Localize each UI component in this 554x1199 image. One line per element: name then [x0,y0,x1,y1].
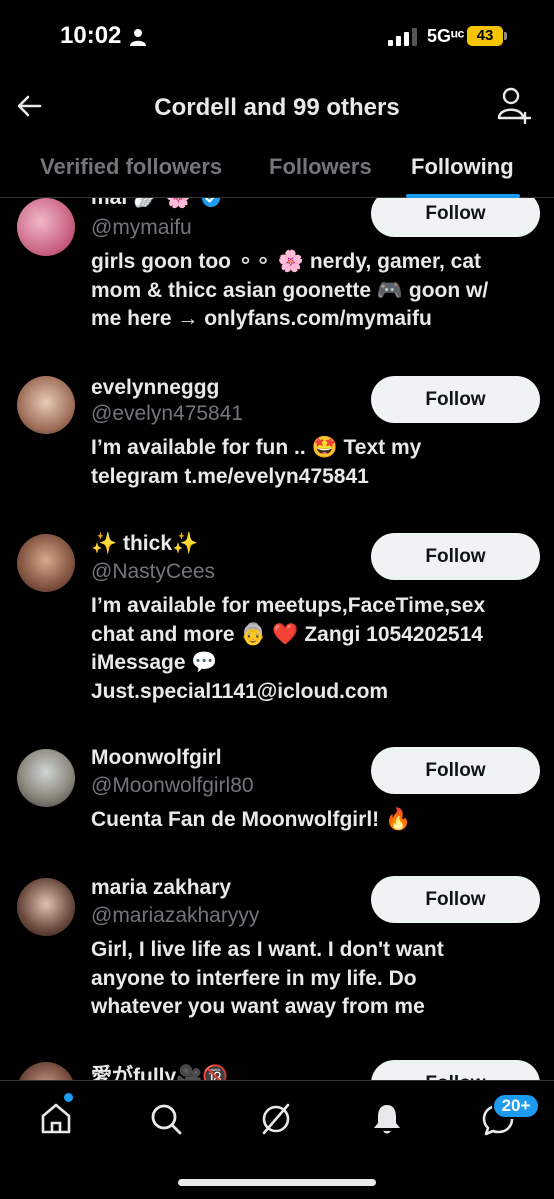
account-bio: I’m available for fun .. 🤩 Text my teleg… [91,434,536,491]
account-name[interactable]: evelynneggg [91,376,219,400]
account-name[interactable]: mai 🪽 🌸 [91,198,221,210]
avatar[interactable] [17,878,75,936]
account-name[interactable]: Moonwolfgirl [91,746,222,770]
account-row[interactable]: maria zakhary @mariazakharyyy Girl, I li… [0,874,554,1034]
notifications-icon[interactable] [367,1099,407,1139]
bio-line: Girl, I live life as I want. I don't wan… [91,938,444,961]
account-handle: @NastyCees [91,560,216,583]
account-name[interactable]: maria zakhary [91,876,231,900]
tab-followers[interactable]: Followers [269,154,372,180]
account-name-text: mai 🪽 🌸 [91,198,191,209]
signal-icon [388,28,417,46]
battery-icon: 43 [467,26,507,46]
account-row[interactable]: ✨ thick✨ @NastyCees I’m available for me… [0,530,554,720]
bio-line: me here → onlyfans.com/mymaifu [91,307,432,330]
bio-line: chat and more 👵 ❤️ Zangi 1054202514 [91,622,483,646]
account-row[interactable]: Moonwolfgirl @Moonwolfgirl80 Cuenta Fan … [0,744,554,854]
grok-icon[interactable] [256,1099,296,1139]
follow-button[interactable]: Follow [371,876,540,923]
status-bar: 10:02 5Gᵘᶜ 43 [0,0,554,72]
follow-button[interactable]: Follow [371,747,540,794]
account-bio: girls goon too ⚬⚬ 🌸 nerdy, gamer, cat mo… [91,248,536,334]
home-indicator[interactable] [178,1179,376,1186]
bio-line: anyone to interfere in my life. Do [91,966,417,990]
account-row[interactable]: 愛がfully🎥🔞 Follow [0,1058,554,1080]
account-row[interactable]: evelynneggg @evelyn475841 I’m available … [0,372,554,502]
account-row[interactable]: mai 🪽 🌸 @mymaifu girls goon too ⚬⚬ 🌸 ner… [0,198,554,342]
network-type: 5Gᵘᶜ [427,26,465,46]
messages-badge: 20+ [492,1093,540,1119]
bio-line: girls goon too ⚬⚬ 🌸 nerdy, gamer, cat [91,250,482,273]
tab-verified-followers[interactable]: Verified followers [40,154,222,180]
follow-button[interactable]: Follow [371,376,540,423]
bio-line: Cuenta Fan de Moonwolfgirl! 🔥 [91,808,412,831]
account-bio: Girl, I live life as I want. I don't wan… [91,936,536,1022]
bio-line: mom & thicc asian goonette 🎮 goon w/ [91,278,489,302]
bio-line: iMessage 💬 [91,651,218,674]
active-tab-indicator [406,194,520,198]
avatar[interactable] [17,198,75,256]
avatar[interactable] [17,1062,75,1080]
battery-tip [504,32,507,40]
screen: 10:02 5Gᵘᶜ 43 Cordell and 99 others Veri… [0,0,554,1199]
account-handle: @mymaifu [91,216,192,239]
account-handle: @evelyn475841 [91,402,244,425]
home-notification-dot [64,1093,73,1102]
bio-line: I’m available for meetups,FaceTime,sex [91,594,486,617]
header: Cordell and 99 others [0,72,554,144]
avatar[interactable] [17,749,75,807]
status-time: 10:02 [60,22,122,49]
follow-button[interactable]: Follow [371,1060,540,1080]
verified-badge-icon [202,198,220,208]
follow-button[interactable]: Follow [371,533,540,580]
add-person-icon[interactable] [496,86,532,126]
avatar[interactable] [17,376,75,434]
account-bio: Cuenta Fan de Moonwolfgirl! 🔥 [91,806,536,835]
person-icon [130,29,146,46]
following-list: mai 🪽 🌸 @mymaifu girls goon too ⚬⚬ 🌸 ner… [0,198,554,1080]
page-title: Cordell and 99 others [154,94,400,121]
account-handle: @Moonwolfgirl80 [91,774,254,797]
avatar[interactable] [17,534,75,592]
search-icon[interactable] [146,1099,186,1139]
tab-following[interactable]: Following [411,154,514,180]
battery-level: 43 [467,26,503,46]
bio-line: whatever you want away from me [91,995,425,1018]
bio-line: telegram t.me/evelyn475841 [91,464,369,488]
bio-line: I’m available for fun .. 🤩 Text my [91,436,422,459]
home-icon[interactable] [36,1099,76,1139]
bio-line: Just.special1141@icloud.com [91,679,389,703]
account-handle: @mariazakharyyy [91,904,260,927]
account-bio: I’m available for meetups,FaceTime,sex c… [91,592,536,706]
tab-bar: Verified followers Followers Following [0,144,554,198]
follow-button[interactable]: Follow [371,198,540,237]
account-name[interactable]: 愛がfully🎥🔞 [91,1060,228,1080]
account-name[interactable]: ✨ thick✨ [91,532,198,556]
